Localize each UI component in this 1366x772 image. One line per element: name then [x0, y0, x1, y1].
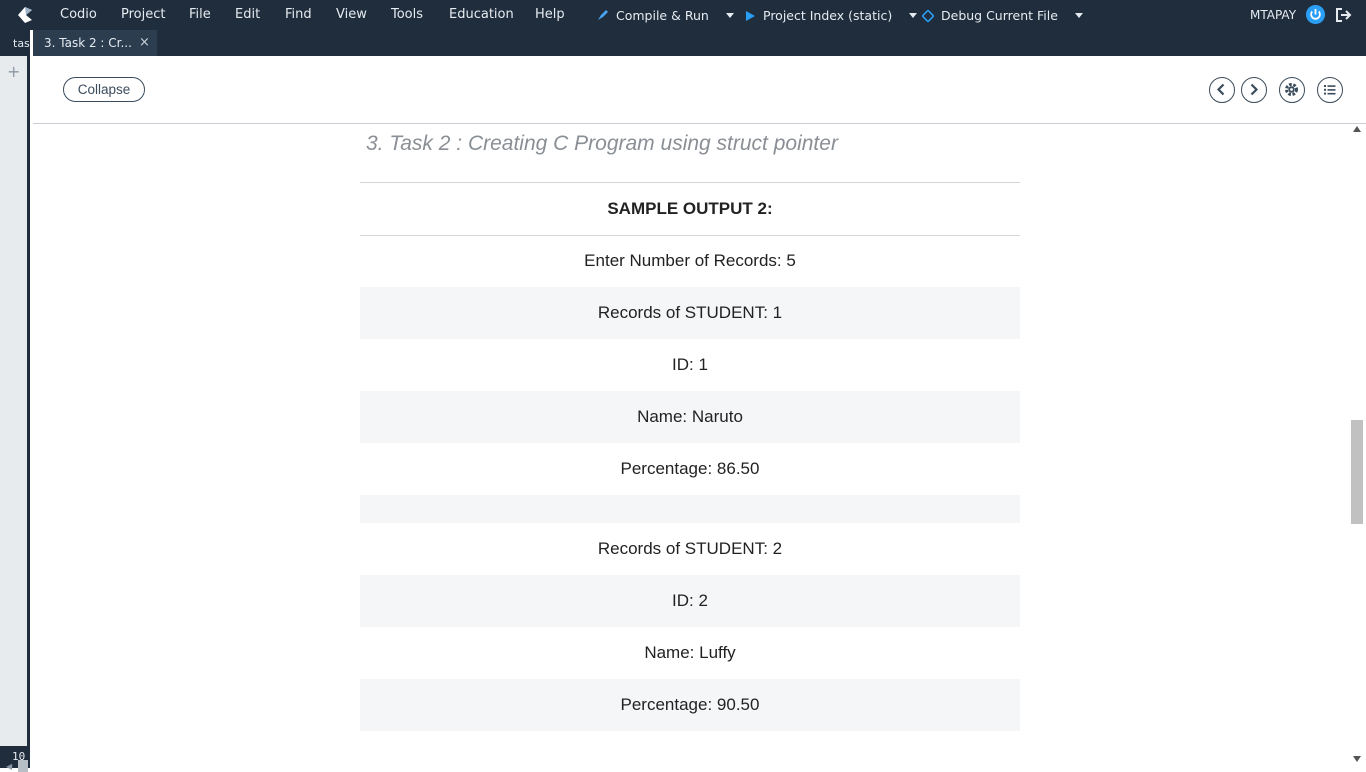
logout-icon[interactable] [1334, 6, 1352, 24]
table-row: Enter Number of Records: 5 [584, 251, 796, 271]
menu-edit[interactable]: Edit [235, 7, 260, 22]
play-icon [746, 10, 755, 21]
sample-output-table: SAMPLE OUTPUT 2: Enter Number of Records… [360, 183, 1020, 759]
compile-run-button[interactable]: Compile & Run [596, 8, 734, 23]
file-tab-stub[interactable]: tas [0, 30, 30, 56]
menu-tools[interactable]: Tools [391, 7, 423, 22]
page-title: 3. Task 2 : Creating C Program using str… [366, 132, 838, 155]
menu-education[interactable]: Education [449, 7, 514, 22]
chevron-right-icon [1250, 83, 1259, 96]
close-icon[interactable]: × [139, 35, 150, 50]
menu-codio[interactable]: Codio [60, 7, 97, 22]
guide-panel: Collapse 3. Task 2 : Creating C Program … [33, 56, 1366, 768]
table-row: Records of STUDENT: 2 [597, 539, 783, 558]
next-page-button[interactable] [1241, 77, 1267, 103]
table-row [360, 731, 1020, 759]
table-row: Percentage: 86.50 [620, 459, 760, 478]
debug-label: Debug Current File [941, 8, 1058, 23]
table-row: Name: Luffy [644, 643, 736, 662]
left-file-strip: tas + 10 ◀ [0, 30, 30, 772]
table-row: Name: Naruto [360, 391, 1020, 443]
scroll-left-icon[interactable]: ◀ [6, 762, 12, 771]
menu-project[interactable]: Project [121, 7, 165, 22]
table-row: Records of STUDENT: 1 [360, 287, 1020, 339]
table-row [360, 495, 1020, 523]
guide-content: 3. Task 2 : Creating C Program using str… [33, 124, 1348, 768]
previous-page-button[interactable] [1209, 77, 1235, 103]
project-index-button[interactable]: Project Index (static) [745, 8, 918, 23]
rocket-icon [598, 10, 608, 20]
chevron-down-icon[interactable] [725, 13, 734, 18]
power-icon[interactable] [1306, 5, 1325, 24]
top-menu-bar: Codio Project File Edit Find View Tools … [0, 0, 1366, 30]
chevron-down-icon[interactable] [909, 13, 918, 18]
menu-find[interactable]: Find [285, 7, 312, 22]
username[interactable]: MTAPAY [1250, 8, 1296, 22]
gear-icon [1285, 83, 1298, 96]
tab-label: 3. Task 2 : Cr... [44, 36, 132, 50]
compile-run-label: Compile & Run [616, 8, 709, 23]
table-header: SAMPLE OUTPUT 2: [360, 183, 1020, 236]
tab-task-2[interactable]: 3. Task 2 : Cr... × [33, 30, 157, 56]
table-row: ID: 2 [360, 575, 1020, 627]
table-row: ID: 1 [672, 355, 708, 374]
tab-bar: 3. Task 2 : Cr... × [33, 30, 1366, 56]
debug-icon [922, 9, 934, 22]
codio-logo-icon[interactable] [14, 4, 36, 26]
collapse-button[interactable]: Collapse [63, 77, 145, 102]
settings-button[interactable] [1279, 77, 1305, 103]
table-of-contents-button[interactable] [1317, 77, 1343, 103]
chevron-left-icon [1216, 83, 1225, 96]
vertical-scrollbar-thumb[interactable] [1351, 420, 1363, 524]
list-icon [1324, 85, 1336, 95]
project-index-label: Project Index (static) [763, 8, 893, 23]
add-tab-icon[interactable]: + [7, 62, 20, 81]
menu-help[interactable]: Help [535, 7, 565, 22]
scroll-up-icon[interactable] [1353, 126, 1361, 132]
scroll-down-icon[interactable] [1353, 756, 1361, 762]
menu-file[interactable]: File [189, 7, 211, 22]
guide-toolbar: Collapse [33, 56, 1366, 124]
vertical-scrollbar[interactable] [1348, 124, 1366, 768]
chevron-down-icon[interactable] [1074, 13, 1083, 18]
table-row: Percentage: 90.50 [360, 679, 1020, 731]
debug-button[interactable]: Debug Current File [922, 8, 1083, 23]
menu-view[interactable]: View [336, 7, 367, 22]
horizontal-scrollbar-thumb[interactable] [18, 760, 28, 772]
